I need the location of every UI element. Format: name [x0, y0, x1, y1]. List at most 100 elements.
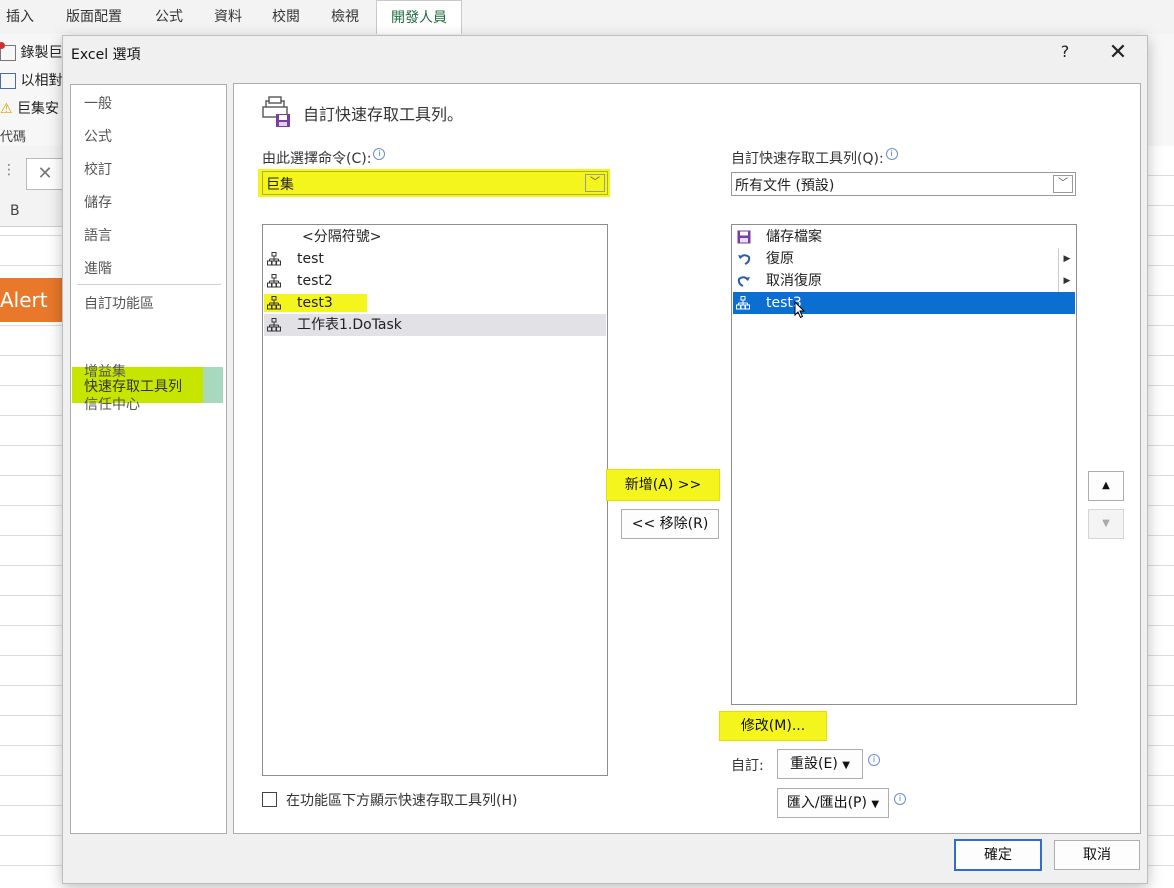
remove-button[interactable]: << 移除(R) — [621, 509, 719, 539]
list-item-label: test — [297, 251, 324, 267]
list-item[interactable]: test2 — [264, 270, 606, 292]
macro-security-item[interactable]: ⚠ 巨集安 — [0, 98, 59, 118]
list-item-label: test2 — [297, 273, 333, 289]
nav-formulas[interactable]: 公式 — [84, 126, 112, 146]
cancel-entry-icon[interactable]: ✕ — [26, 158, 64, 190]
list-item[interactable]: test — [264, 248, 606, 270]
dialog-title: Excel 選項 — [71, 47, 141, 63]
qat-commands-list[interactable]: 儲存檔案 復原 ▶ 取消復原 ▶ test3 — [731, 224, 1077, 705]
column-header-row: B — [0, 198, 62, 227]
cancel-button[interactable]: 取消 — [1054, 840, 1140, 870]
show-below-ribbon-label: 在功能區下方顯示快速存取工具列(H) — [286, 793, 518, 809]
options-nav: 一般 公式 校訂 儲存 語言 進階 自訂功能區 快速存取工具列 增益集 信任中心 — [70, 84, 227, 834]
qat-header-icon — [262, 96, 292, 128]
add-button[interactable]: 新增(A) >> — [606, 469, 720, 501]
nav-general[interactable]: 一般 — [84, 93, 112, 113]
list-item-label: test3 — [297, 295, 333, 311]
reset-button[interactable]: 重設(E) ▼ — [777, 749, 863, 779]
chevron-down-icon: ﹀ — [585, 174, 605, 192]
choose-commands-value: 巨集 — [266, 177, 294, 193]
macro-icon — [267, 296, 281, 310]
list-item-label: 儲存檔案 — [766, 229, 822, 245]
excel-options-dialog: Excel 選項 ? ✕ 一般 公式 校訂 儲存 語言 進階 自訂功能區 快速存… — [62, 35, 1148, 884]
info-icon: i — [885, 148, 898, 160]
record-macro-item[interactable]: 錄製巨 — [0, 42, 62, 62]
customize-label: 自訂: — [731, 758, 764, 774]
caret-down-icon: ▼ — [871, 799, 880, 810]
qat-header-title: 自訂快速存取工具列。 — [303, 105, 464, 124]
qat-settings-panel: 自訂快速存取工具列。 由此選擇命令(C): i 巨集 ﹀ 自訂快速存取工具列(Q)… — [233, 83, 1141, 834]
list-item[interactable]: 取消復原 ▶ — [733, 270, 1075, 292]
list-item[interactable]: 工作表1.DoTask — [264, 314, 606, 336]
choose-commands-dropdown[interactable]: 巨集 ﹀ — [262, 171, 608, 195]
import-export-label: 匯入/匯出(P) — [786, 795, 867, 811]
save-icon — [737, 230, 751, 244]
help-button[interactable]: ? — [1053, 42, 1077, 66]
redo-icon — [737, 276, 750, 287]
list-item-selected[interactable]: test3 — [733, 292, 1075, 319]
move-down-button[interactable]: ▼ — [1088, 509, 1124, 539]
qat-target-dropdown[interactable]: 所有文件 (預設) ﹀ — [731, 172, 1076, 196]
grid-icon — [0, 73, 16, 89]
macro-icon — [267, 252, 281, 266]
modify-button[interactable]: 修改(M)... — [719, 711, 827, 741]
alert-macro-button[interactable]: Alert m — [0, 278, 62, 322]
choose-commands-text: 由此選擇命令(C): — [262, 151, 372, 167]
relative-ref-item[interactable]: 以相對 — [0, 70, 62, 90]
triangle-down-icon: ▼ — [1102, 518, 1110, 529]
tab-page-layout[interactable]: 版面配置 — [52, 0, 136, 34]
info-icon: i — [373, 148, 386, 160]
caret-down-icon: ▼ — [842, 760, 850, 771]
reset-label: 重設(E) — [790, 756, 838, 772]
nav-language[interactable]: 語言 — [84, 225, 112, 245]
qat-target-label: 自訂快速存取工具列(Q): i — [731, 148, 898, 168]
relative-ref-label: 以相對 — [20, 73, 63, 89]
import-export-button[interactable]: 匯入/匯出(P) ▼ — [777, 788, 889, 818]
record-macro-label: 錄製巨 — [20, 45, 63, 61]
nav-addins[interactable]: 增益集 — [84, 361, 126, 381]
tab-view[interactable]: 檢視 — [316, 0, 374, 34]
nav-trust-center[interactable]: 信任中心 — [84, 394, 140, 414]
info-icon: i — [868, 754, 880, 766]
choose-commands-label: 由此選擇命令(C): i — [262, 148, 386, 168]
warning-icon: ⚠ — [0, 101, 13, 117]
move-up-button[interactable]: ▲ — [1088, 471, 1124, 501]
nav-proofing[interactable]: 校訂 — [84, 159, 112, 179]
column-b-header[interactable]: B — [10, 203, 20, 219]
close-button[interactable]: ✕ — [1103, 40, 1133, 68]
tab-insert[interactable]: 插入 — [0, 0, 40, 34]
nav-save[interactable]: 儲存 — [84, 192, 112, 212]
list-item[interactable]: <分隔符號> — [264, 226, 606, 248]
list-item-label: 取消復原 — [766, 273, 822, 289]
macro-icon — [736, 296, 750, 310]
list-item-label: 工作表1.DoTask — [297, 317, 402, 333]
qat-target-text: 自訂快速存取工具列(Q): — [731, 151, 884, 167]
record-icon — [0, 42, 16, 61]
available-commands-list[interactable]: <分隔符號> test test2 test3 工作表1.DoTask — [262, 224, 608, 776]
tab-data[interactable]: 資料 — [200, 0, 256, 34]
list-item[interactable]: test3 — [264, 292, 606, 314]
qat-target-value: 所有文件 (預設) — [735, 178, 835, 194]
macro-icon — [267, 274, 281, 288]
tab-developer[interactable]: 開發人員 — [376, 0, 462, 35]
nav-advanced[interactable]: 進階 — [84, 258, 112, 278]
macro-security-label: 巨集安 — [17, 101, 60, 117]
show-below-ribbon-checkbox[interactable] — [262, 792, 277, 807]
ok-button[interactable]: 確定 — [954, 839, 1042, 871]
list-item[interactable]: 儲存檔案 — [733, 226, 1075, 248]
tab-review[interactable]: 校閱 — [258, 0, 314, 34]
nav-customize-ribbon[interactable]: 自訂功能區 — [84, 293, 154, 313]
nav-divider — [77, 284, 221, 285]
tab-formulas[interactable]: 公式 — [140, 0, 198, 34]
list-item-label: 復原 — [766, 251, 794, 267]
more-icon: ⋮ — [2, 162, 16, 178]
submenu-arrow-icon[interactable]: ▶ — [1058, 270, 1075, 292]
undo-icon — [738, 254, 751, 265]
formula-bar-area: ⋮ ✕ — [0, 146, 64, 199]
mouse-cursor-icon — [794, 301, 806, 319]
ribbon-tab-bar: 插入 版面配置 公式 資料 校閱 檢視 開發人員 — [0, 0, 1174, 35]
list-item[interactable]: 復原 ▶ — [733, 248, 1075, 270]
info-icon: i — [894, 793, 906, 805]
chevron-down-icon: ﹀ — [1053, 175, 1073, 193]
submenu-arrow-icon[interactable]: ▶ — [1058, 248, 1075, 270]
